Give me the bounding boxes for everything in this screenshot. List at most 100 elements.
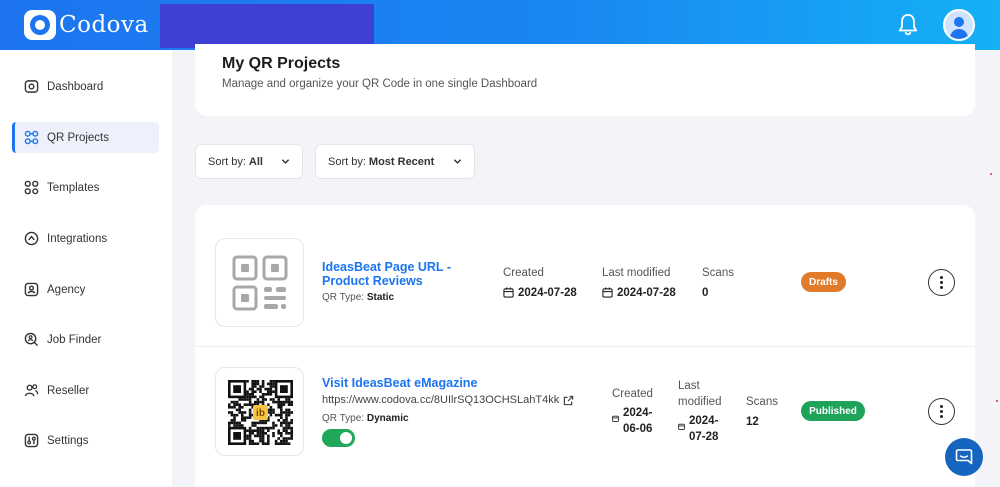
last-modified-date: 2024-07-28 [678,413,726,445]
more-options-button[interactable] [928,269,955,296]
scans-count: 0 [702,287,709,299]
qr-module [280,424,283,427]
qr-module [235,408,239,412]
kebab-dot [940,281,943,284]
sort-order-value: Most Recent [368,155,435,168]
qr-module [285,398,288,401]
qr-module [259,387,262,391]
qr-module [285,437,288,440]
qr-module [256,426,260,430]
qr-module [282,419,286,422]
sort-type-value: All [248,155,263,168]
qr-module [285,424,288,427]
chat-support-button[interactable] [945,438,983,476]
sort-type-dropdown[interactable]: Sort by: All [195,144,303,179]
qr-module [251,390,254,393]
qr-module [282,411,286,414]
qr-module [261,395,265,399]
project-name-link[interactable]: Visit IdeasBeat eMagazine [322,376,477,390]
app-logo[interactable]: Codova [24,10,149,40]
bell-icon[interactable] [897,12,919,38]
project-url: https://www.codova.cc/8UIlrSQ13OCHSLahT4… [322,394,574,406]
qr-module [285,432,288,435]
qr-module [243,411,247,414]
indicator-dot [996,400,998,402]
page-subtitle: Manage and organize your QR Code in one … [222,78,538,90]
qr-module [287,400,291,404]
qr-module [277,400,280,404]
qr-module [272,390,275,393]
sidebar-item-agency[interactable]: Agency [12,274,159,305]
qr-module [238,403,241,406]
kebab-dot [940,276,943,279]
qr-module [259,385,262,388]
qr-module [290,432,293,435]
qr-module [264,432,267,435]
sidebar-item-job-finder[interactable]: Job Finder [12,324,159,355]
qr-module [246,390,249,393]
qr-module [233,424,236,427]
qr-placeholder-thumbnail[interactable] [215,238,304,327]
qr-module [243,403,247,406]
qr-module [261,382,265,386]
qr-module [238,406,241,409]
qr-module [233,421,236,425]
qr-code-thumbnail[interactable]: ib [215,367,304,456]
top-bar: Codova [0,0,1000,50]
qr-module [269,413,273,417]
external-link-icon[interactable] [563,395,574,406]
created-date-value: 2024-07-28 [518,287,577,299]
qr-module [256,421,260,425]
qr-module [282,403,286,406]
qr-module [282,426,286,430]
calendar-icon [602,287,613,298]
sidebar-item-qr-projects[interactable]: QR Projects [12,122,159,153]
scans-label: Scans [702,267,734,279]
qr-module [261,393,265,396]
qr-module [261,442,265,445]
sidebar-item-label: Agency [47,283,86,296]
sidebar-item-dashboard[interactable]: Dashboard [12,71,159,102]
qr-module [290,419,293,422]
avatar-icon[interactable] [943,9,975,41]
qr-code-image: ib [228,380,293,445]
sort-order-dropdown[interactable]: Sort by: Most Recent [315,144,475,179]
project-name-link[interactable]: IdeasBeat Page URL - Product Reviews [322,260,472,288]
qr-module [248,393,252,396]
sidebar-item-templates[interactable]: Templates [12,172,159,203]
qr-module [243,416,247,419]
integrations-icon [24,231,39,246]
sidebar-item-integrations[interactable]: Integrations [12,223,159,254]
qr-module [230,419,234,422]
qr-module [259,434,262,438]
qr-module [248,403,252,406]
qr-module [261,398,265,401]
qr-module [261,421,265,425]
qr-module [241,416,244,419]
qr-module [228,411,231,414]
qr-module [251,382,254,386]
qr-module [264,442,267,445]
qr-module [269,408,273,412]
qr-module [233,403,236,406]
qr-module [233,400,236,404]
active-toggle[interactable] [322,429,355,447]
sidebar-item-reseller[interactable]: Reseller [12,375,159,406]
qr-module [256,382,260,386]
qr-module [235,403,239,406]
qr-module [267,426,270,430]
more-options-button[interactable] [928,398,955,425]
qr-module [251,442,254,445]
qr-module [285,400,288,404]
qr-module [285,411,288,414]
qr-module [254,380,257,383]
sidebar-item-label: Dashboard [47,80,104,93]
app-name: Codova [59,12,149,38]
sidebar-item-settings[interactable]: Settings [12,425,159,456]
qr-module [251,439,254,443]
qr-module [235,424,239,427]
qr-module [248,437,252,440]
qr-module [243,398,247,401]
created-label: Created [612,388,653,400]
qr-module [280,406,283,409]
